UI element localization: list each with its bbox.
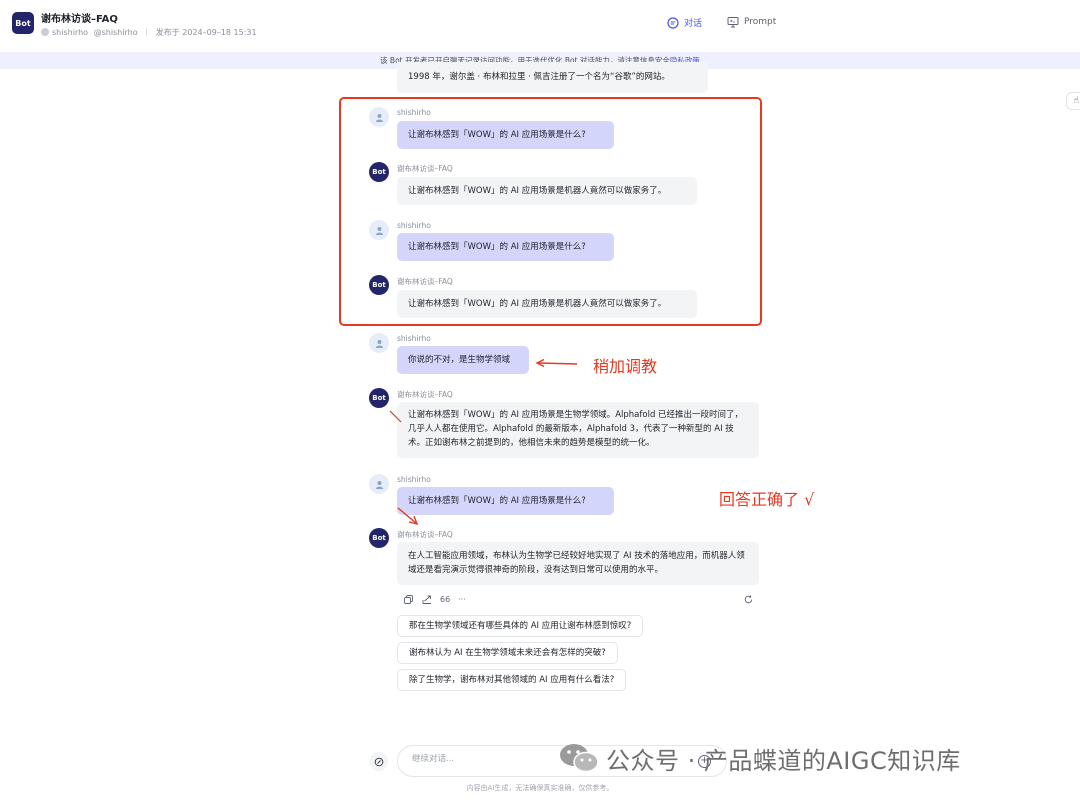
- author-handle: @shishirho: [93, 28, 138, 37]
- top-bar: Bot 谢布林访谈–FAQ shishirho @shishirho 发布于 2…: [0, 0, 1080, 48]
- annotation-arrow: [397, 507, 419, 526]
- monitor-icon: [727, 17, 739, 28]
- ai-disclaimer: 内容由AI生成，无法确保真实准确，仅供参考。: [466, 784, 614, 792]
- bot-name: 谢布林访谈–FAQ: [397, 530, 453, 539]
- person-icon: [375, 480, 383, 489]
- user-name: shishirho: [397, 475, 431, 484]
- publish-date: 发布于 2024–09–18 15:31: [155, 28, 257, 37]
- chat-bubble-icon: [667, 16, 679, 29]
- bot-message-bubble: 让谢布林感到「WOW」的 AI 应用场景是生物学领域。Alphafold 已经推…: [397, 402, 759, 458]
- author-avatar-icon: [41, 28, 49, 36]
- highlight-box: [339, 97, 762, 326]
- more-button[interactable]: ···: [458, 595, 466, 604]
- user-name: shishirho: [397, 334, 431, 343]
- watermark-text: 公众号 · 产品蝶道的AIGC知识库: [606, 746, 961, 775]
- bot-message-bubble: 在人工智能应用领域，布林认为生物学已经较好地实现了 AI 技术的落地应用，而机器…: [397, 542, 759, 585]
- user-message-text: 你说的不对，是生物学领域: [408, 355, 511, 365]
- message-actions: 66 ···: [404, 595, 754, 607]
- clear-context-button[interactable]: [369, 752, 388, 771]
- bot-title: 谢布林访谈–FAQ: [41, 14, 118, 25]
- bot-avatar: Bot: [369, 528, 389, 548]
- annotation-arrow: [535, 358, 578, 368]
- user-avatar: [369, 333, 389, 353]
- refresh-icon[interactable]: [744, 595, 753, 606]
- tab-prompt[interactable]: Prompt: [727, 16, 776, 28]
- divider: [146, 28, 148, 36]
- watermark: 公众号 · 产品蝶道的AIGC知识库: [558, 738, 961, 778]
- tab-chat-label: 对话: [684, 19, 703, 29]
- bot-meta: shishirho @shishirho 发布于 2024–09–18 15:3…: [41, 27, 257, 38]
- author-name[interactable]: shishirho: [52, 28, 88, 37]
- tab-prompt-label: Prompt: [744, 17, 777, 27]
- bot-message-text: 在人工智能应用领域，布林认为生物学已经较好地实现了 AI 技术的落地应用，而机器…: [408, 551, 745, 575]
- annotation-note: 回答正确了 √: [719, 490, 815, 509]
- quote-button[interactable]: 66: [440, 595, 450, 604]
- annotation-arrow: [389, 410, 402, 423]
- bot-message-text: 让谢布林感到「WOW」的 AI 应用场景是生物学领域。Alphafold 已经推…: [408, 410, 744, 448]
- person-icon: [375, 339, 383, 348]
- user-message-bubble: 你说的不对，是生物学领域: [397, 346, 529, 374]
- user-avatar: [369, 474, 389, 494]
- suggested-question[interactable]: 那在生物学领域还有哪些具体的 AI 应用让谢布林感到惊叹?: [397, 615, 644, 637]
- hand-icon: ☝: [1073, 96, 1079, 106]
- annotation-note: 稍加调教: [593, 357, 658, 376]
- bot-logo[interactable]: Bot: [12, 12, 34, 34]
- user-message-text: 让谢布林感到「WOW」的 AI 应用场景是什么?: [408, 496, 586, 506]
- share-icon[interactable]: [422, 595, 432, 606]
- bot-avatar: Bot: [369, 388, 389, 408]
- suggested-question[interactable]: 除了生物学，谢布林对其他领域的 AI 应用有什么看法?: [397, 669, 627, 691]
- tab-chat[interactable]: 对话: [667, 16, 702, 29]
- copy-icon[interactable]: [404, 595, 413, 606]
- suggested-question[interactable]: 谢布林认为 AI 在生物学领域未来还会有怎样的突破?: [397, 642, 618, 664]
- side-tool-button[interactable]: ☝: [1066, 92, 1080, 110]
- user-message-bubble: 让谢布林感到「WOW」的 AI 应用场景是什么?: [397, 487, 614, 515]
- bot-message-bubble: 1998 年，谢尔盖 · 布林和拉里 · 佩吉注册了一个名为“谷歌”的网站。: [397, 62, 708, 93]
- bot-name: 谢布林访谈–FAQ: [397, 390, 453, 399]
- broom-icon: [374, 757, 383, 766]
- wechat-icon: [560, 744, 599, 773]
- bot-message-text: 1998 年，谢尔盖 · 布林和拉里 · 佩吉注册了一个名为“谷歌”的网站。: [408, 72, 670, 82]
